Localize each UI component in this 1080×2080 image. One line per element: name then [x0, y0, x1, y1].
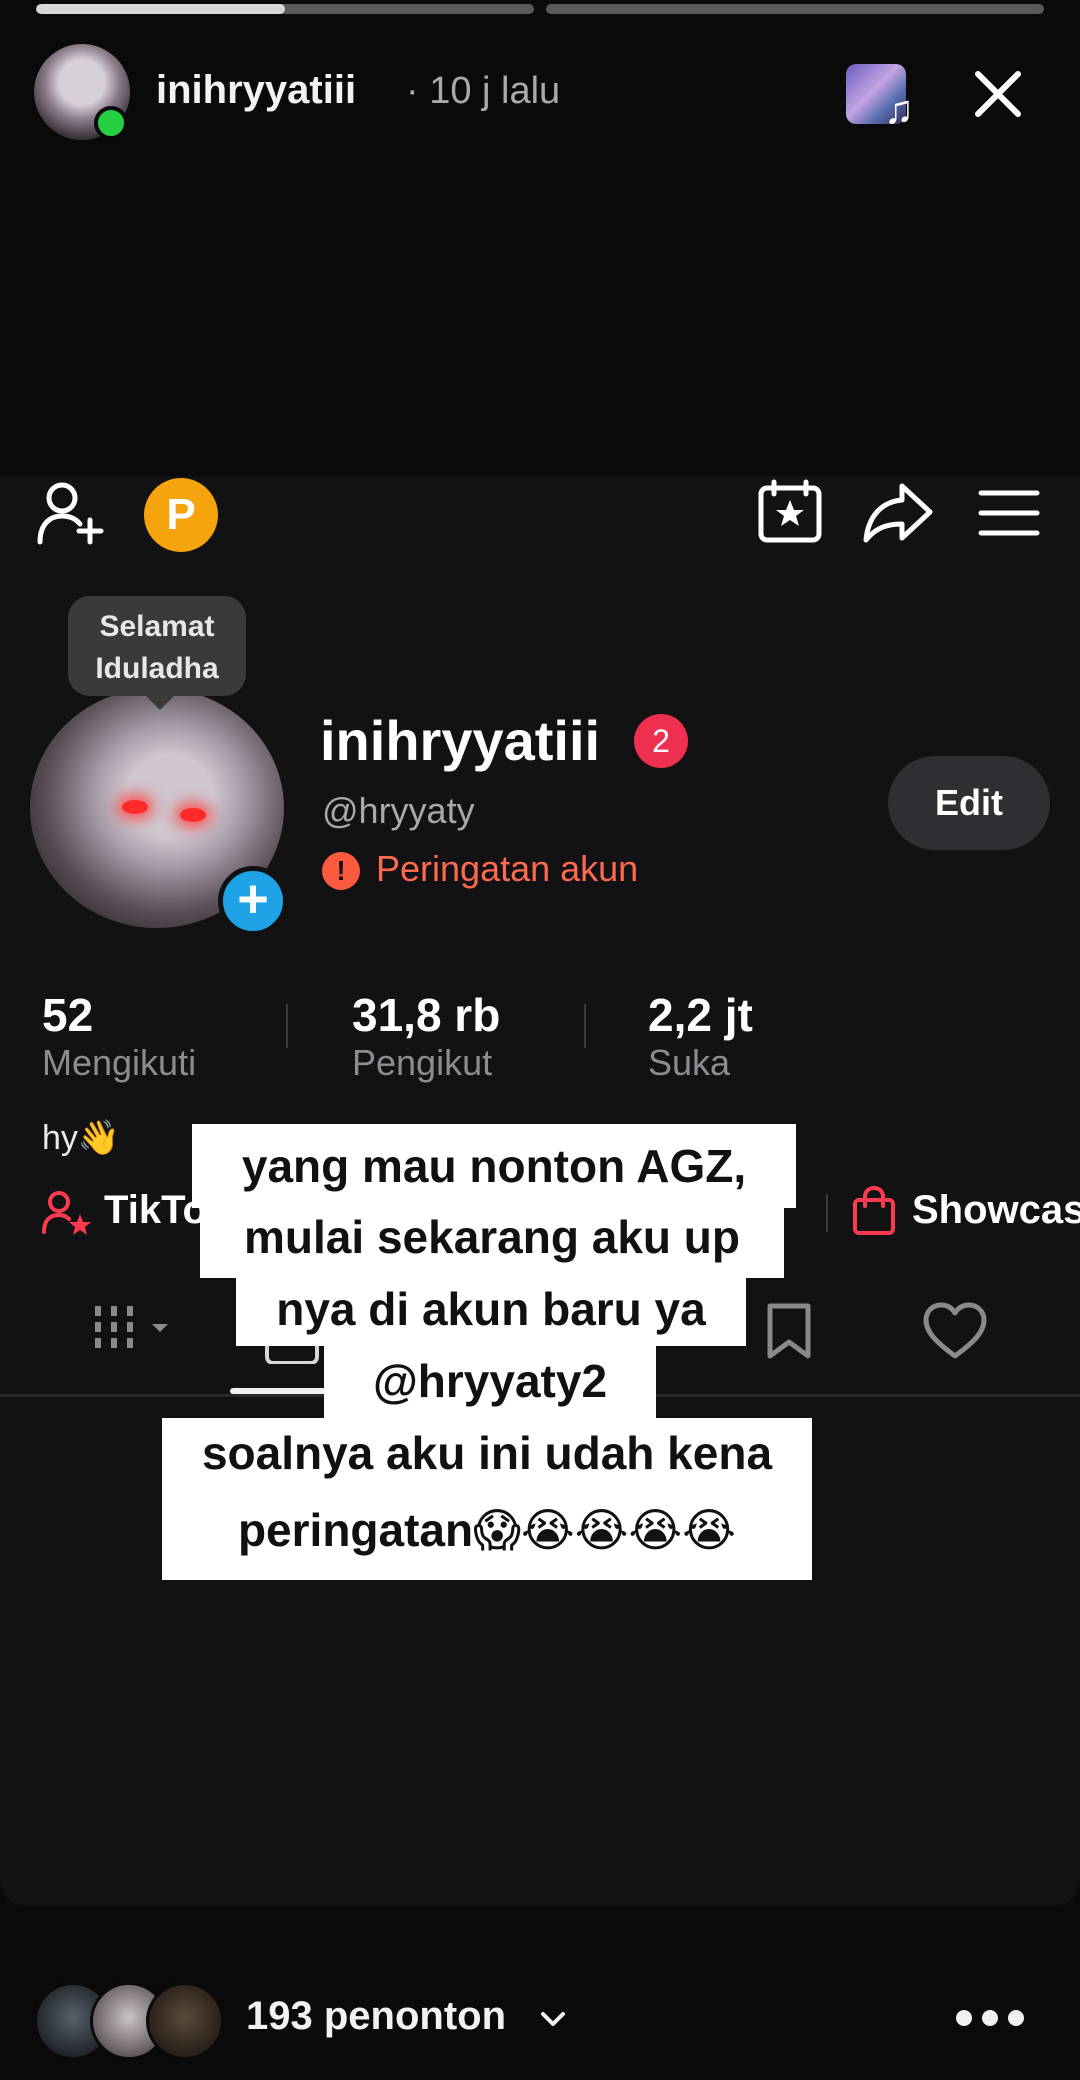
story-viewer: { "story": { "progress": [0.5, 0], "user…	[0, 0, 1080, 2080]
notification-badge[interactable]: 2	[634, 714, 688, 768]
profile-handle: @hryyaty	[322, 790, 475, 831]
stat-following-label: Mengikuti	[42, 1042, 197, 1083]
add-icon[interactable]: +	[218, 866, 288, 936]
story-progress-1	[36, 4, 534, 14]
profile-display-name: inihryyatiii	[320, 709, 601, 772]
caption-mention: @hryyaty2	[324, 1346, 656, 1418]
bookmark-icon[interactable]	[764, 1302, 814, 1360]
tooltip-line-1: Selamat	[99, 610, 215, 643]
story-time: · 10 j lalu	[406, 70, 561, 112]
account-warning-link[interactable]: Peringatan akun	[376, 848, 638, 890]
stat-following-value[interactable]: 52	[42, 988, 93, 1042]
stat-likes-value[interactable]: 2,2 jt	[648, 988, 753, 1042]
grid-icon[interactable]	[92, 1302, 182, 1358]
stat-likes-label: Suka	[648, 1042, 731, 1083]
music-icon: ♫	[884, 88, 914, 132]
caption-line-2: mulai sekarang aku up	[200, 1202, 784, 1278]
stat-followers-label: Pengikut	[352, 1042, 493, 1083]
stat-divider	[286, 1004, 288, 1048]
caption-line-5: soalnya aku ini udah kena	[162, 1418, 812, 1494]
showcase-link[interactable]: Showcas	[912, 1188, 1080, 1233]
story-username[interactable]: inihryyatiii	[156, 68, 356, 113]
active-tab-indicator	[230, 1388, 326, 1394]
more-icon[interactable]	[956, 2010, 1034, 2031]
tiktok-studio-icon	[42, 1191, 91, 1235]
caption-line-3: nya di akun baru ya	[236, 1274, 746, 1346]
add-friend-icon[interactable]	[36, 480, 108, 546]
tooltip-line-2: Iduladha	[95, 652, 219, 685]
viewer-avatar	[146, 1982, 224, 2060]
warning-icon: !	[322, 852, 360, 890]
viewers-count[interactable]: 193 penonton	[246, 1994, 506, 2039]
shopping-bag-icon	[853, 1186, 895, 1235]
chevron-down-icon[interactable]	[540, 2010, 566, 2028]
menu-icon[interactable]	[978, 488, 1040, 538]
calendar-star-icon[interactable]	[756, 478, 824, 546]
points-badge[interactable]: P	[144, 478, 218, 552]
caption-line-6: peringatan😱😭😭😭😭	[162, 1490, 812, 1580]
edit-profile-button[interactable]: Edit	[888, 756, 1050, 850]
stat-divider	[584, 1004, 586, 1048]
close-icon[interactable]	[968, 64, 1028, 124]
caption-line-1: yang mau nonton AGZ,	[192, 1124, 796, 1208]
greeting-tooltip: Selamat Iduladha	[68, 596, 246, 710]
online-dot	[94, 106, 128, 140]
link-divider	[826, 1194, 828, 1232]
profile-bio: hy👋	[42, 1119, 121, 1157]
story-progress-2	[546, 4, 1044, 14]
stat-followers-value[interactable]: 31,8 rb	[352, 988, 500, 1042]
heart-icon[interactable]	[922, 1302, 988, 1360]
share-icon[interactable]	[862, 482, 934, 544]
